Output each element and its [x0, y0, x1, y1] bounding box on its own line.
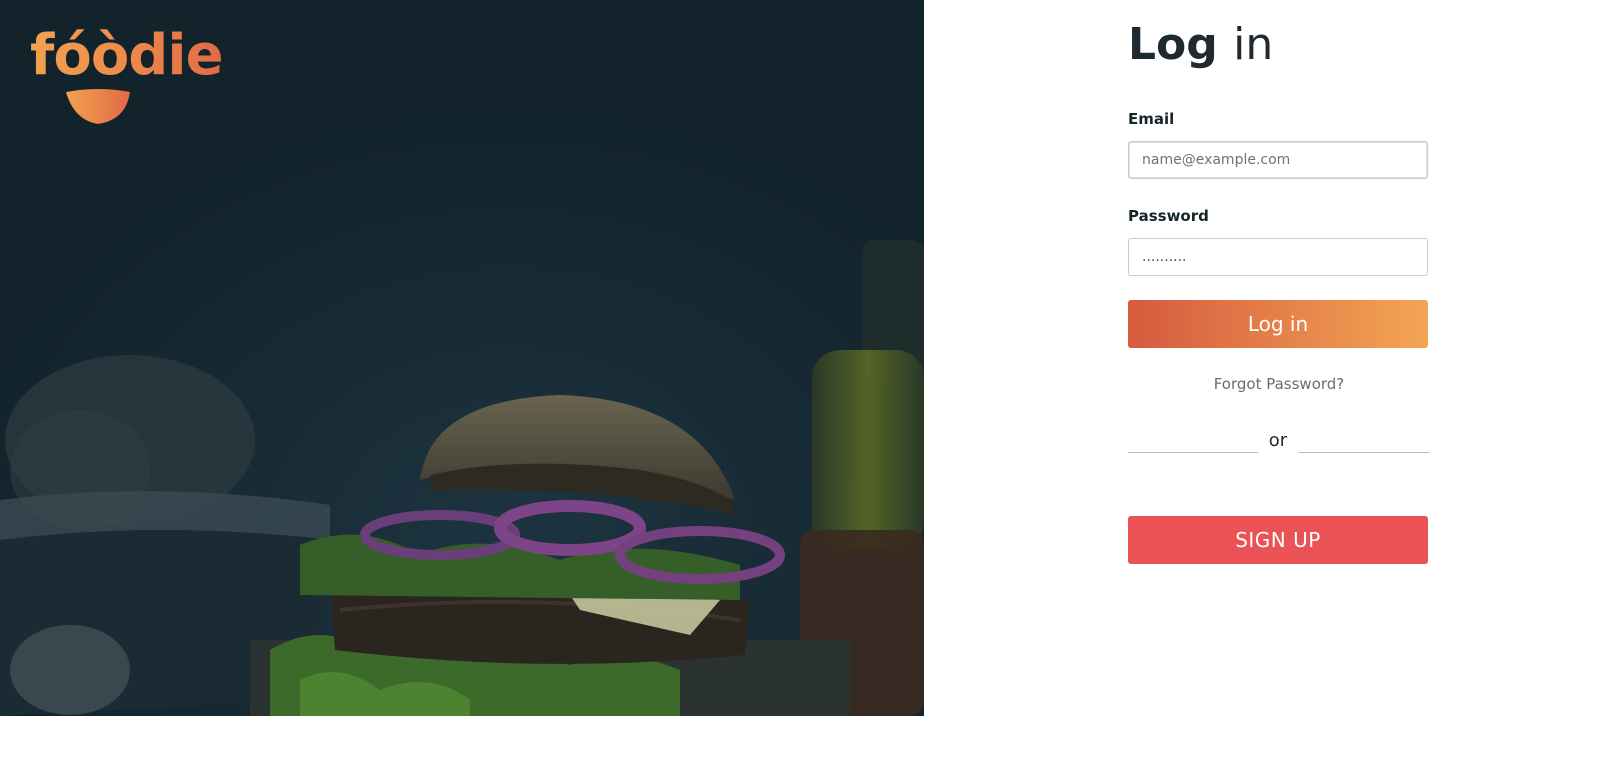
login-button[interactable]: Log in	[1128, 300, 1428, 348]
email-field[interactable]	[1128, 141, 1428, 179]
password-label: Password	[1128, 207, 1209, 225]
password-field[interactable]	[1128, 238, 1428, 276]
logo-wordmark: fóòdie	[30, 20, 224, 92]
divider-line-right	[1298, 452, 1430, 453]
divider-text: or	[1268, 430, 1288, 451]
or-divider: or	[1128, 430, 1430, 456]
foodie-logo[interactable]: fóòdie	[30, 20, 240, 124]
title-light: in	[1233, 19, 1274, 70]
page-title: Log in	[1128, 16, 1273, 74]
smile-icon	[66, 89, 130, 124]
email-label: Email	[1128, 110, 1175, 128]
divider-line-left	[1128, 452, 1258, 453]
signup-button[interactable]: SIGN UP	[1128, 516, 1428, 564]
login-page: fóòdie Log in Email Password Log in Forg…	[0, 0, 1600, 774]
hero-image: fóòdie	[0, 0, 924, 716]
title-bold: Log	[1128, 19, 1218, 70]
forgot-password-link[interactable]: Forgot Password?	[1128, 375, 1430, 393]
